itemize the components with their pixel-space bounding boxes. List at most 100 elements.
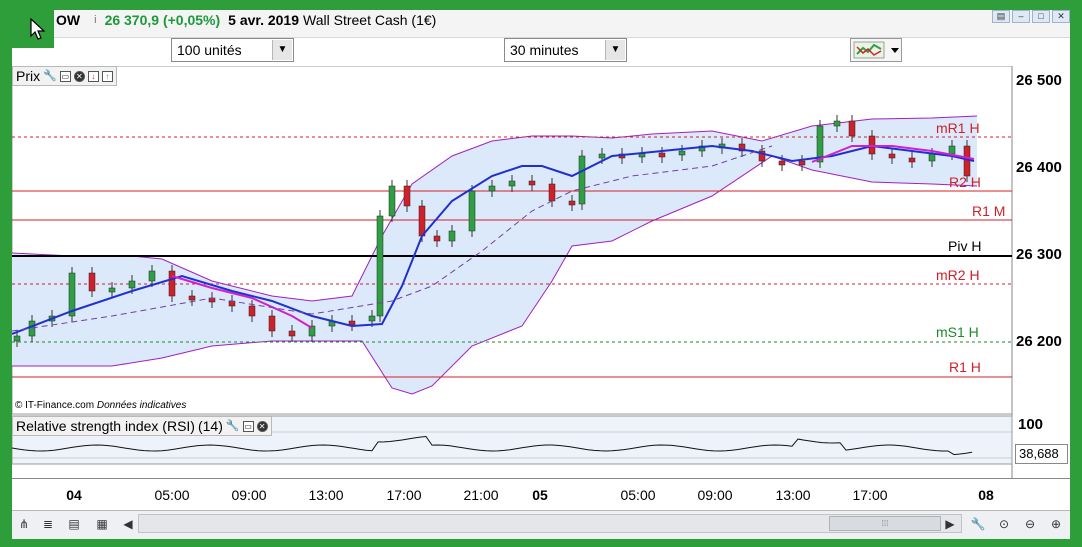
- timeframe-select[interactable]: 30 minutes ▼: [504, 38, 627, 62]
- share-icon[interactable]: ⋔: [16, 516, 32, 532]
- candle-body: [348, 320, 356, 326]
- chart-type-button[interactable]: [850, 38, 902, 62]
- disclaimer-text: Données indicatives: [96, 400, 187, 411]
- level-label-r1m: R1 M: [972, 203, 1006, 219]
- maximize-panel-icon[interactable]: ▭: [59, 70, 71, 82]
- mouse-cursor-icon: [12, 10, 54, 48]
- chart-type-icon: [853, 41, 899, 59]
- candle-body: [798, 160, 806, 166]
- scroll-left-icon[interactable]: ◀: [120, 516, 136, 532]
- candle-body: [188, 295, 196, 301]
- move-up-icon[interactable]: ↑: [101, 70, 113, 82]
- settings-icon[interactable]: 🔧: [970, 516, 986, 532]
- title-bar: OW i 26 370,9 (+0,05%) 5 avr. 2019 Wall …: [12, 10, 1070, 38]
- level-label-mr1h: mR1 H: [936, 120, 980, 136]
- copyright-text: © IT-Finance.com: [15, 400, 95, 411]
- maximize-icon[interactable]: □: [1032, 10, 1050, 23]
- candle-body: [403, 185, 411, 207]
- candle-body: [433, 235, 441, 242]
- price-panel-label[interactable]: Prix 🔧 ▭ ✕ ↓ ↑: [12, 66, 117, 86]
- price-panel-title: Prix: [16, 68, 41, 84]
- layers-icon[interactable]: ≣: [40, 516, 56, 532]
- level-label-r1h: R1 H: [949, 359, 981, 375]
- candle-body: [598, 153, 606, 159]
- maximize-panel-icon[interactable]: ▭: [242, 420, 254, 432]
- chevron-down-icon[interactable]: ▼: [605, 40, 625, 60]
- minimize-icon[interactable]: –: [1012, 10, 1030, 23]
- chevron-down-icon[interactable]: ▼: [272, 40, 292, 60]
- time-tick: 13:00: [308, 487, 344, 503]
- y-tick-26500: 26 500: [1016, 72, 1062, 89]
- spreadsheet-icon[interactable]: ▦: [94, 516, 110, 532]
- zoom-in-icon[interactable]: ⊕: [1048, 516, 1064, 532]
- quantity-select-value: 100 unités: [177, 42, 242, 58]
- level-label-mr2h: mR2 H: [936, 267, 980, 283]
- candle-body: [963, 145, 971, 177]
- price-change: 26 370,9 (+0,05%): [104, 12, 221, 28]
- candle-body: [948, 145, 956, 155]
- candle-body: [418, 205, 426, 237]
- close-icon[interactable]: ✕: [1052, 10, 1070, 23]
- time-tick: 09:00: [231, 487, 267, 503]
- y-tick-26200: 26 200: [1016, 333, 1062, 350]
- time-tick: 09:00: [697, 487, 733, 503]
- time-axis: 04 05:00 09:00 13:00 17:00 21:00 05 05:0…: [12, 478, 1070, 510]
- time-tick: 17:00: [852, 487, 888, 503]
- candle-body: [13, 335, 21, 342]
- level-label-pivh: Piv H: [948, 238, 982, 254]
- quote-date: 5 avr. 2019: [228, 12, 300, 28]
- candle-body: [678, 150, 686, 156]
- instrument-name: Wall Street Cash (1€): [303, 12, 437, 28]
- rsi-current-value: 38,688: [1015, 444, 1068, 464]
- level-label-r2h: R2 H: [949, 174, 981, 190]
- horizontal-scrollbar[interactable]: ⁞⁞⁞: [138, 514, 962, 533]
- settings-icon[interactable]: 🔧: [43, 67, 57, 85]
- candle-body: [376, 215, 384, 317]
- scroll-right-icon[interactable]: ▶: [942, 516, 958, 532]
- time-tick: 05:00: [154, 487, 190, 503]
- window-controls: ▤ – □ ✕: [992, 10, 1070, 23]
- candle-body: [268, 315, 276, 332]
- rsi-period: (14): [197, 418, 223, 434]
- timeframe-select-value: 30 minutes: [510, 42, 579, 58]
- zoom-fit-icon[interactable]: ⊙: [996, 516, 1012, 532]
- close-panel-icon[interactable]: ✕: [73, 70, 85, 82]
- document-icon[interactable]: ▤: [66, 516, 82, 532]
- candle-body: [168, 270, 176, 297]
- candle-body: [928, 153, 936, 162]
- candle-body: [528, 180, 536, 186]
- candle-body: [148, 270, 156, 282]
- scrollbar-thumb[interactable]: ⁞⁞⁞: [829, 516, 941, 531]
- candle-body: [108, 287, 116, 293]
- close-panel-icon[interactable]: ✕: [256, 420, 268, 432]
- chart-area[interactable]: Prix 🔧 ▭ ✕ ↓ ↑ 26 500 26 400 26 300 26 2…: [12, 66, 1070, 478]
- time-tick: 05:00: [620, 487, 656, 503]
- rsi-y-tick-100: 100: [1018, 416, 1044, 433]
- instrument-label: OW: [56, 12, 81, 28]
- time-tick: 08: [978, 487, 994, 503]
- time-tick: 17:00: [386, 487, 422, 503]
- candle-body: [568, 200, 576, 206]
- candle-body: [468, 190, 476, 232]
- settings-icon[interactable]: 🔧: [226, 417, 240, 435]
- candle-body: [508, 180, 516, 187]
- candle-body: [888, 153, 896, 159]
- rsi-panel-label[interactable]: Relative strength index (RSI) (14) 🔧 ▭ ✕: [12, 416, 272, 436]
- quantity-select[interactable]: 100 unités ▼: [171, 38, 294, 62]
- candle-body: [578, 155, 586, 205]
- info-icon[interactable]: i: [94, 14, 96, 26]
- move-down-icon[interactable]: ↓: [87, 70, 99, 82]
- time-tick: 05: [532, 487, 548, 503]
- zoom-out-icon[interactable]: ⊖: [1022, 516, 1038, 532]
- candle-body: [248, 305, 256, 317]
- rsi-panel-title: Relative strength index (RSI): [16, 418, 195, 434]
- candle-body: [88, 272, 96, 292]
- candle-body: [548, 183, 556, 202]
- candle-body: [833, 120, 841, 127]
- candle-body: [448, 230, 456, 242]
- candle-body: [488, 185, 496, 192]
- time-tick: 04: [66, 487, 82, 503]
- candle-body: [368, 315, 376, 322]
- y-tick-26400: 26 400: [1016, 159, 1062, 176]
- menu-icon[interactable]: ▤: [992, 10, 1010, 23]
